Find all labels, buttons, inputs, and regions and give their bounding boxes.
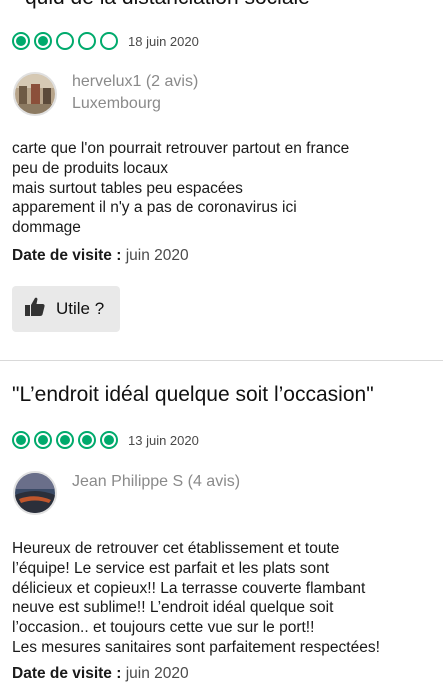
review-line: carte que l'on pourrait retrouver partou…	[12, 140, 350, 157]
visit-date-label: Date de visite :	[12, 247, 122, 264]
rating-bubble-filled	[34, 431, 52, 449]
visit-date-value: juin 2020	[125, 247, 189, 264]
review-body: Heureux de retrouver cet établissement e…	[12, 539, 380, 658]
rating-bubble-filled	[56, 431, 74, 449]
rating-bubble-empty	[100, 32, 118, 50]
review-line: l’occasion.. et toujours cette vue sur l…	[12, 619, 315, 637]
rating-bubble-filled	[12, 431, 30, 449]
divider	[0, 360, 443, 361]
rating-bubble-filled	[34, 32, 52, 50]
review-title: “quid de la distanciation sociale”	[18, 0, 317, 10]
review-line: dommage	[12, 219, 81, 237]
useful-label: Utile ?	[56, 299, 105, 318]
visit-date-value: juin 2020	[125, 665, 189, 682]
rating-bubbles: 18 juin 2020	[12, 32, 199, 50]
reviewer-name[interactable]: hervelux1 (2 avis)	[72, 73, 198, 91]
visit-date-label: Date de visite :	[12, 665, 122, 682]
avatar[interactable]	[13, 471, 57, 515]
avatar[interactable]	[13, 72, 57, 116]
visit-date: Date de visite : juin 2020	[12, 665, 189, 683]
rating-bubble-filled	[100, 431, 118, 449]
review-line: mais surtout tables peu espacées	[12, 179, 243, 197]
avatar-image	[15, 74, 55, 114]
review-date: 18 juin 2020	[128, 33, 199, 49]
avatar-image	[15, 473, 55, 513]
review-line: neuve est sublime!! L’endroit idéal quel…	[12, 599, 334, 617]
useful-button[interactable]: Utile ?	[12, 286, 120, 332]
review-line: l’équipe! Le service est parfait et les …	[12, 559, 330, 577]
rating-bubble-filled	[12, 32, 30, 50]
rating-bubbles: 13 juin 2020	[12, 431, 199, 449]
reviewer-location: Luxembourg	[72, 95, 161, 112]
visit-date: Date de visite : juin 2020	[12, 247, 189, 265]
thumbs-up-icon	[24, 296, 46, 323]
review-title[interactable]: "L’endroit idéal quelque soit l’occasion…	[12, 383, 374, 407]
review-line: Les mesures sanitaires sont parfaitement…	[12, 638, 380, 656]
review-line: Heureux de retrouver cet établissement e…	[12, 540, 340, 557]
rating-bubble-filled	[78, 431, 96, 449]
rating-bubble-empty	[56, 32, 74, 50]
review-line: délicieux et copieux!! La terrasse couve…	[12, 579, 366, 597]
rating-bubble-empty	[78, 32, 96, 50]
review-date: 13 juin 2020	[128, 432, 199, 448]
reviewer-name[interactable]: Jean Philippe S (4 avis)	[72, 473, 240, 491]
review-line: apparement il n'y a pas de coronavirus i…	[12, 199, 297, 217]
review-line: peu de produits locaux	[12, 159, 168, 177]
review-body: carte que l'on pourrait retrouver partou…	[12, 139, 349, 238]
